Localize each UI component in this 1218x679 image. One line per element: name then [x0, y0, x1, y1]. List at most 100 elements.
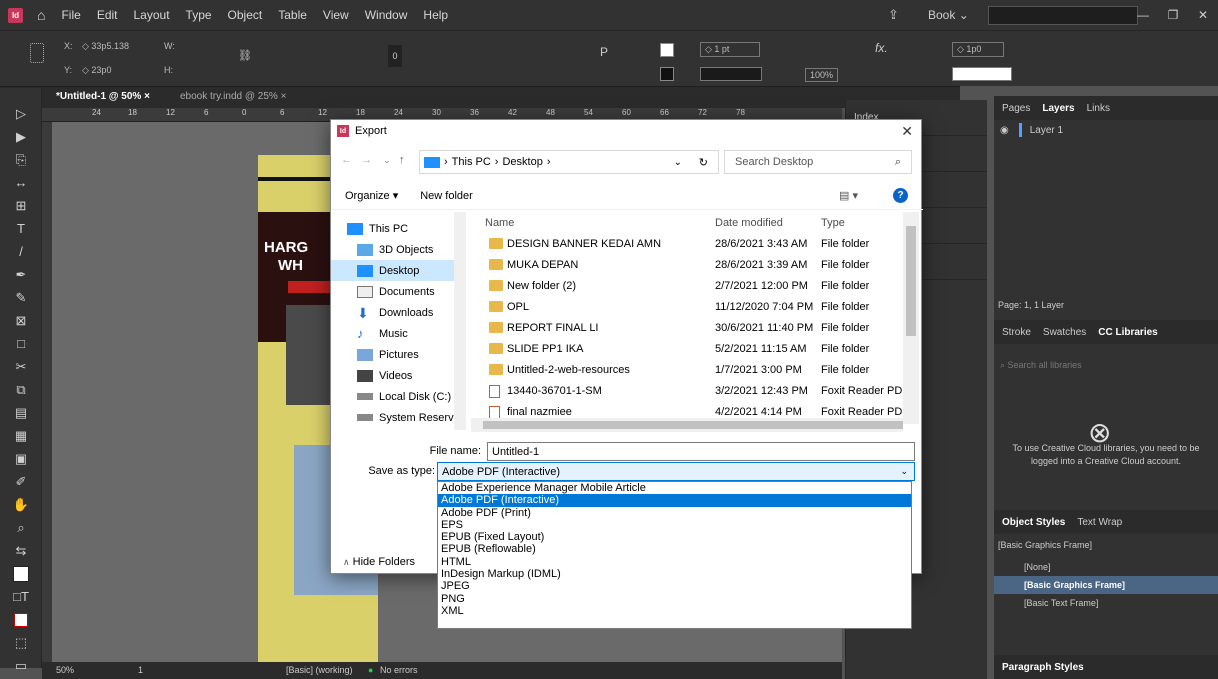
zoom-level[interactable]: 50% — [56, 665, 74, 675]
refresh-icon[interactable]: ↻ — [699, 156, 708, 169]
tab-cc-libraries[interactable]: CC Libraries — [1098, 327, 1157, 338]
selection-tool-icon[interactable]: ▷ — [0, 102, 42, 125]
dropdown-option[interactable]: XML — [438, 605, 911, 617]
dropdown-option[interactable]: Adobe PDF (Print) — [438, 507, 911, 519]
file-name-input[interactable]: Untitled-1 — [487, 442, 915, 461]
maximize-icon[interactable]: ❐ — [1158, 0, 1188, 30]
page-tool-icon[interactable]: ⎘ — [0, 148, 42, 171]
tab-object-styles[interactable]: Object Styles — [1002, 517, 1065, 528]
dropdown-option[interactable]: EPUB (Reflowable) — [438, 543, 911, 555]
hide-folders-button[interactable]: ∧ Hide Folders — [343, 556, 415, 568]
dropdown-option[interactable]: Adobe Experience Manager Mobile Article — [438, 482, 911, 494]
menu-object[interactable]: Object — [228, 8, 263, 22]
eyedropper-tool-icon[interactable]: ✐ — [0, 470, 42, 493]
breadcrumb-this-pc[interactable]: This PC — [452, 156, 491, 168]
dropdown-option[interactable]: PNG — [438, 593, 911, 605]
proxy-icon[interactable]: 0 — [388, 45, 402, 67]
tab-stroke[interactable]: Stroke — [1002, 327, 1031, 338]
recent-chevron-icon[interactable]: ⌄ — [383, 155, 391, 166]
reference-field[interactable]: ◇ 1p0 — [952, 42, 1004, 57]
tab-text-wrap[interactable]: Text Wrap — [1077, 517, 1122, 528]
up-icon[interactable]: ↑ — [399, 154, 405, 166]
direct-selection-tool-icon[interactable]: ▶ — [0, 125, 42, 148]
tab-links[interactable]: Links — [1087, 103, 1110, 114]
home-icon[interactable]: ⌂ — [37, 7, 45, 23]
nav-local-disk[interactable]: Local Disk (C:) — [331, 386, 466, 407]
nav-this-pc[interactable]: This PC — [331, 218, 466, 239]
type-tool-icon[interactable]: T — [0, 217, 42, 240]
dropdown-option[interactable]: Adobe PDF (Interactive) — [438, 494, 911, 507]
workspace-switcher[interactable]: Book ⌄ — [928, 8, 969, 22]
file-list-vertical-scrollbar[interactable] — [903, 212, 919, 424]
share-icon[interactable]: ⇪ — [888, 7, 899, 23]
back-icon[interactable]: ← — [341, 154, 352, 166]
nav-videos[interactable]: Videos — [331, 365, 466, 386]
y-field[interactable]: ◇ 23p0 — [82, 65, 111, 76]
nav-documents[interactable]: Documents — [331, 281, 466, 302]
close-icon[interactable]: ✕ — [1188, 0, 1218, 30]
organize-button[interactable]: Organize ▾ — [345, 189, 398, 202]
file-list-horizontal-scrollbar[interactable] — [471, 418, 903, 432]
nav-system-reserved[interactable]: System Reservec — [331, 407, 466, 428]
layer-row[interactable]: ◉ Layer 1 — [994, 120, 1218, 140]
preview-mode-icon[interactable]: ⬚ — [0, 631, 42, 654]
forward-icon[interactable]: → — [361, 154, 372, 166]
file-row[interactable]: OPL 11/12/2020 7:04 PM File folder — [471, 297, 905, 318]
help-icon[interactable]: ? — [893, 188, 908, 203]
menu-type[interactable]: Type — [186, 8, 212, 22]
apply-none-icon[interactable] — [0, 608, 42, 631]
save-as-type-select[interactable]: Adobe PDF (Interactive) ⌄ — [437, 462, 915, 481]
tab-untitled[interactable]: *Untitled-1 @ 50% × — [56, 91, 150, 102]
content-collector-icon[interactable]: ⊞ — [0, 194, 42, 217]
pen-tool-icon[interactable]: ✒ — [0, 263, 42, 286]
menu-file[interactable]: File — [61, 8, 80, 22]
gradient-swatch-tool-icon[interactable]: ▤ — [0, 401, 42, 424]
tab-paragraph-styles[interactable]: Paragraph Styles — [1002, 662, 1084, 673]
search-stock-input[interactable] — [988, 6, 1138, 25]
file-row[interactable]: DESIGN BANNER KEDAI AMN 28/6/2021 3:43 AM… — [471, 234, 905, 255]
stroke-type-select[interactable] — [700, 67, 762, 81]
text-frame-icon[interactable]: P — [600, 45, 608, 59]
file-row[interactable]: New folder (2) 2/7/2021 12:00 PM File fold… — [471, 276, 905, 297]
opacity-field[interactable]: 100% — [805, 68, 839, 82]
libraries-search-input[interactable]: ⌕ Search all libraries — [1000, 360, 1082, 371]
search-input[interactable]: Search Desktop ⌕ — [724, 150, 912, 174]
file-row[interactable]: final nazmiee 4/2/2021 4:14 PM Foxit Reade… — [471, 402, 905, 418]
nav-scrollbar[interactable] — [454, 212, 466, 430]
column-type[interactable]: Type — [821, 212, 845, 234]
dropdown-option[interactable]: EPS — [438, 519, 911, 531]
note-tool-icon[interactable]: ▣ — [0, 447, 42, 470]
page-number-field[interactable]: 1 — [138, 665, 143, 675]
zoom-tool-icon[interactable]: ⌕ — [0, 516, 42, 539]
gap-tool-icon[interactable]: ↔ — [0, 171, 42, 194]
menu-help[interactable]: Help — [423, 8, 448, 22]
address-bar[interactable]: › This PC › Desktop › ⌄ ↻ — [419, 150, 719, 174]
nav-3d-objects[interactable]: 3D Objects — [331, 239, 466, 260]
tab-swatches[interactable]: Swatches — [1043, 327, 1086, 338]
file-row[interactable]: SLIDE PP1 IKA 5/2/2021 11:15 AM File folde… — [471, 339, 905, 360]
close-icon[interactable]: ✕ — [901, 123, 913, 140]
swatch-select[interactable] — [952, 67, 1012, 81]
apply-color-icon[interactable]: □T — [0, 585, 42, 608]
tab-pages[interactable]: Pages — [1002, 103, 1030, 114]
menu-view[interactable]: View — [323, 8, 349, 22]
column-name[interactable]: Name — [485, 212, 514, 234]
dropdown-option[interactable]: InDesign Markup (IDML) — [438, 568, 911, 580]
menu-window[interactable]: Window — [365, 8, 408, 22]
pencil-tool-icon[interactable]: ✎ — [0, 286, 42, 309]
gradient-feather-tool-icon[interactable]: ▦ — [0, 424, 42, 447]
minimize-icon[interactable]: — — [1128, 0, 1158, 30]
menu-layout[interactable]: Layout — [134, 8, 170, 22]
view-options-icon[interactable]: ▤ ▾ — [839, 189, 858, 202]
file-row[interactable]: MUKA DEPAN 28/6/2021 3:39 AM File folder — [471, 255, 905, 276]
new-folder-button[interactable]: New folder — [420, 190, 473, 202]
reference-point-icon[interactable] — [30, 43, 44, 63]
stroke-weight-field[interactable]: ◇ 1 pt — [700, 42, 760, 57]
dropdown-option[interactable]: JPEG — [438, 580, 911, 592]
dropdown-option[interactable]: EPUB (Fixed Layout) — [438, 531, 911, 543]
menu-table[interactable]: Table — [278, 8, 307, 22]
visibility-icon[interactable]: ◉ — [1000, 125, 1009, 136]
nav-downloads[interactable]: ⬇ Downloads — [331, 302, 466, 323]
free-transform-tool-icon[interactable]: ⧉ — [0, 378, 42, 401]
scissors-tool-icon[interactable]: ✂ — [0, 355, 42, 378]
